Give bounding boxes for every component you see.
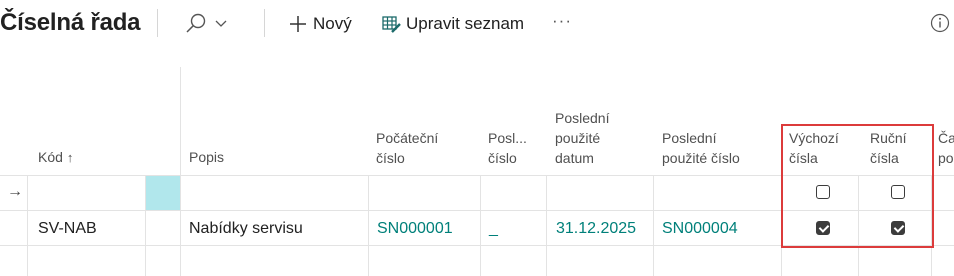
header-line: Počáteční: [376, 130, 439, 146]
new-button[interactable]: Nový: [313, 14, 352, 34]
row-last-number[interactable]: _: [489, 219, 498, 239]
column-divider: [368, 175, 369, 276]
row-description[interactable]: Nabídky servisu: [189, 219, 303, 239]
highlight-box: [781, 124, 934, 248]
header-line: číslo: [488, 150, 517, 166]
column-header-description[interactable]: Popis: [189, 147, 224, 167]
arrow-up-icon: ↑: [66, 150, 74, 165]
info-button[interactable]: [930, 13, 950, 33]
header-line: Ča: [938, 130, 954, 146]
column-header-starting-number[interactable]: Počáteční číslo: [376, 128, 438, 168]
new-row-arrow-icon: →: [7, 183, 23, 200]
column-header-last-date-used[interactable]: Poslední použité datum: [555, 108, 609, 168]
header-line: použité: [555, 130, 601, 146]
header-line: použité číslo: [662, 150, 740, 166]
header-line: číslo: [376, 150, 405, 166]
column-header-last-number-used[interactable]: Poslední použité číslo: [662, 128, 740, 168]
edit-list-button[interactable]: Upravit seznam: [406, 14, 524, 34]
column-header-code-label: Kód: [38, 149, 63, 165]
column-header-code[interactable]: Kód ↑: [38, 147, 73, 168]
column-divider: [480, 175, 481, 276]
row-last-number-used[interactable]: SN000004: [662, 219, 738, 239]
page-title: Číselná řada: [0, 9, 141, 36]
selected-cell[interactable]: [146, 176, 180, 210]
toolbar-divider: [264, 9, 265, 37]
header-line: po: [938, 150, 954, 166]
header-line: Posl...: [488, 130, 527, 146]
search-icon: [186, 13, 227, 33]
chevron-down-icon: [215, 20, 227, 27]
toolbar-divider: [157, 9, 158, 37]
info-icon: [930, 13, 950, 33]
column-divider: [27, 175, 28, 276]
number-series-list: Kód ↑ Popis Počáteční číslo Posl... číslo…: [0, 67, 954, 276]
row-code[interactable]: SV-NAB: [38, 219, 97, 239]
column-header-last-number[interactable]: Posl... číslo: [488, 128, 527, 168]
column-divider: [546, 175, 547, 276]
column-header-truncated[interactable]: Ča po: [938, 128, 954, 168]
header-line: Poslední: [662, 130, 717, 146]
more-options-button[interactable]: ···: [552, 11, 572, 31]
action-bar: Číselná řada Nový Upravit seznam ···: [0, 0, 954, 48]
new-button-icon[interactable]: [288, 14, 308, 34]
plus-icon: [290, 16, 306, 32]
column-divider: [180, 67, 181, 276]
row-last-date-used[interactable]: 31.12.2025: [556, 219, 636, 239]
header-line: Poslední: [555, 110, 610, 126]
search-button[interactable]: [184, 12, 228, 36]
edit-list-icon: [382, 16, 401, 33]
edit-list-icon[interactable]: [382, 15, 402, 34]
row-starting-number[interactable]: SN000001: [377, 219, 453, 239]
column-divider: [653, 175, 654, 276]
header-line: datum: [555, 150, 594, 166]
